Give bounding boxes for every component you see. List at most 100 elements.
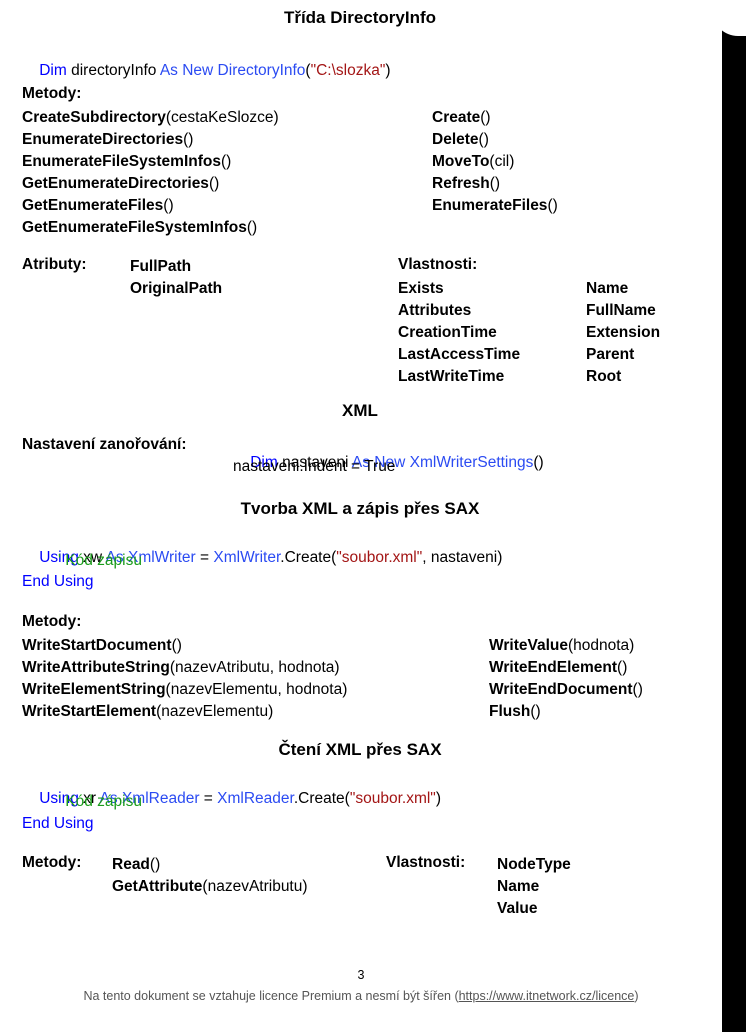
method-name: GetEnumerateFiles bbox=[22, 197, 164, 214]
property-item: Attributes bbox=[398, 302, 472, 319]
code-keyword-dim: Dim bbox=[39, 62, 67, 79]
method-args: (cil) bbox=[489, 153, 515, 170]
heading-xml: XML bbox=[342, 401, 378, 420]
footer-note-prefix: Na tento dokument se vztahuje licence Pr… bbox=[83, 989, 459, 1003]
footer-note-suffix: ) bbox=[634, 989, 639, 1003]
code-variable-directoryinfo: directoryInfo bbox=[66, 62, 160, 79]
code-paren-close: ) bbox=[385, 62, 391, 79]
method-item: EnumerateDirectories() bbox=[22, 129, 279, 151]
attribute-item: FullPath bbox=[130, 258, 192, 275]
method-list-reader: Read() GetAttribute(nazevAtributu) bbox=[112, 854, 308, 898]
property-item: FullName bbox=[586, 302, 656, 319]
method-item: CreateSubdirectory(cestaKeSlozce) bbox=[22, 107, 279, 129]
method-item: GetEnumerateDirectories() bbox=[22, 173, 279, 195]
method-args: () bbox=[208, 175, 220, 192]
method-name: WriteEndElement bbox=[489, 659, 618, 676]
property-item: NodeType bbox=[497, 856, 571, 873]
method-name: EnumerateFiles bbox=[432, 197, 548, 214]
method-item: WriteElementString(nazevElementu, hodnot… bbox=[22, 679, 347, 701]
code-type-xmlwritersettings: XmlWriterSettings bbox=[405, 454, 534, 471]
property-item: Parent bbox=[586, 346, 635, 363]
method-args: (hodnota) bbox=[567, 637, 635, 654]
property-item: LastAccessTime bbox=[398, 346, 521, 363]
method-item: Refresh() bbox=[432, 173, 558, 195]
code-equals-w: = bbox=[195, 549, 214, 566]
method-name: Create bbox=[432, 109, 481, 126]
method-item: WriteStartElement(nazevElementu) bbox=[22, 701, 347, 723]
method-list-directoryinfo-right: Create() Delete() MoveTo(cil) Refresh() Enum… bbox=[432, 107, 558, 217]
heading-directoryinfo: Třída DirectoryInfo bbox=[283, 8, 437, 27]
property-item: Name bbox=[586, 280, 629, 297]
code-nastaveni-indent: nastaveni.Indent = True bbox=[233, 458, 396, 475]
method-item: EnumerateFiles() bbox=[432, 195, 558, 217]
method-args: () bbox=[480, 109, 491, 126]
method-item: WriteStartDocument() bbox=[22, 635, 347, 657]
method-item: WriteEndElement() bbox=[489, 657, 643, 679]
method-args: () bbox=[163, 197, 174, 214]
method-item: GetAttribute(nazevAtributu) bbox=[112, 876, 308, 898]
method-args: () bbox=[171, 637, 182, 654]
method-name: WriteElementString bbox=[22, 681, 166, 698]
method-list-directoryinfo-left: CreateSubdirectory(cestaKeSlozce) Enumera… bbox=[22, 107, 279, 239]
label-methods-writer: Metody: bbox=[22, 613, 82, 630]
code-parens-xml: () bbox=[533, 454, 544, 471]
method-name: WriteValue bbox=[489, 637, 568, 654]
method-name: Delete bbox=[432, 131, 479, 148]
property-item: Extension bbox=[586, 324, 661, 341]
property-item: Exists bbox=[398, 280, 444, 297]
method-item: GetEnumerateFiles() bbox=[22, 195, 279, 217]
method-args: () bbox=[530, 703, 541, 720]
heading-read-sax: Čtení XML přes SAX bbox=[278, 740, 442, 759]
property-list-directoryinfo-col1: Exists Attributes CreationTime LastAccessTi… bbox=[398, 278, 520, 388]
method-args: () bbox=[149, 856, 161, 873]
method-item: Flush() bbox=[489, 701, 643, 723]
method-name: WriteEndDocument bbox=[489, 681, 633, 698]
code-string-path: "C:\slozka" bbox=[310, 62, 386, 79]
label-xml-nesting: Nastavení zanořování: bbox=[22, 436, 187, 453]
label-methods-directoryinfo: Metody: bbox=[22, 85, 82, 102]
method-item: Delete() bbox=[432, 129, 558, 151]
method-args: () bbox=[632, 681, 643, 698]
method-args: () bbox=[220, 153, 232, 170]
method-args: () bbox=[246, 219, 258, 236]
label-properties-reader: Vlastnosti: bbox=[386, 854, 466, 871]
code-keyword-asnew: As New bbox=[159, 62, 214, 79]
property-list-directoryinfo-col2: Name FullName Extension Parent Root bbox=[586, 278, 660, 388]
method-name: GetEnumerateDirectories bbox=[22, 175, 209, 192]
method-args: (nazevAtributu, hodnota) bbox=[169, 659, 340, 676]
method-name: WriteAttributeString bbox=[22, 659, 170, 676]
code-create-call-w: .Create( bbox=[280, 549, 337, 566]
attribute-item: OriginalPath bbox=[130, 280, 223, 297]
code-create-call-r: .Create( bbox=[293, 790, 350, 807]
method-item: WriteEndDocument() bbox=[489, 679, 643, 701]
method-name: GetAttribute bbox=[112, 878, 203, 895]
method-args: () bbox=[617, 659, 628, 676]
method-item: EnumerateFileSystemInfos() bbox=[22, 151, 279, 173]
method-name: Flush bbox=[489, 703, 531, 720]
method-args: () bbox=[489, 175, 501, 192]
property-item: CreationTime bbox=[398, 324, 497, 341]
code-comment-read: ' Kód zápisu bbox=[58, 793, 142, 810]
footer-license-note: Na tento dokument se vztahuje licence Pr… bbox=[0, 989, 722, 1003]
method-list-writer-left: WriteStartDocument() WriteAttributeString… bbox=[22, 635, 347, 723]
label-methods-reader: Metody: bbox=[22, 854, 82, 871]
property-item: Root bbox=[586, 368, 622, 385]
code-type-xmlwriter-static: XmlWriter bbox=[213, 549, 281, 566]
method-args: (nazevElementu) bbox=[156, 703, 274, 720]
code-equals-r: = bbox=[199, 790, 218, 807]
method-item: Read() bbox=[112, 854, 308, 876]
method-name: WriteStartDocument bbox=[22, 637, 172, 654]
code-end-using-write: End Using bbox=[22, 573, 94, 590]
footer-license-link[interactable]: https://www.itnetwork.cz/licence bbox=[459, 989, 635, 1003]
property-item: Name bbox=[497, 878, 540, 895]
method-args: () bbox=[183, 131, 194, 148]
code-type-xmlreader-static: XmlReader bbox=[217, 790, 294, 807]
method-args: (nazevElementu, hodnota) bbox=[165, 681, 348, 698]
document-page: Třída DirectoryInfo Dim directoryInfo As… bbox=[0, 0, 722, 1032]
property-list-reader: NodeType Name Value bbox=[497, 854, 571, 920]
method-item: WriteAttributeString(nazevAtributu, hodn… bbox=[22, 657, 347, 679]
method-args: () bbox=[547, 197, 558, 214]
page-edge-band bbox=[722, 0, 746, 1032]
property-item: LastWriteTime bbox=[398, 368, 505, 385]
property-item: Value bbox=[497, 900, 538, 917]
